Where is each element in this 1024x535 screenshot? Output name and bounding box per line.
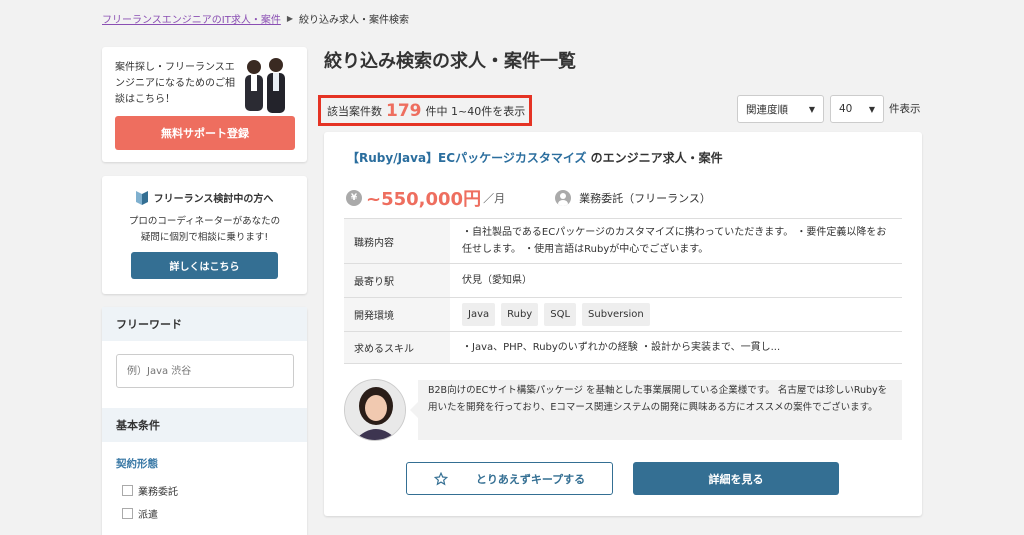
consult-card: フリーランス検討中の方へ プロのコーディネーターがあなたの 疑問に個別で相談に乗…: [102, 176, 307, 294]
tech-tag[interactable]: SQL: [544, 303, 577, 326]
breadcrumb-home-link[interactable]: フリーランスエンジニアのIT求人・案件: [102, 11, 281, 26]
row-value: Java Ruby SQL Subversion: [450, 298, 902, 331]
result-count-suffix: 件中 1~40件を表示: [425, 104, 526, 118]
breadcrumb: フリーランスエンジニアのIT求人・案件 ▶ 絞り込み求人・案件検索: [102, 11, 409, 26]
basic-conditions-heading: 基本条件: [102, 408, 307, 442]
result-count-number: 179: [386, 100, 422, 121]
table-row: 開発環境 Java Ruby SQL Subversion: [344, 298, 902, 332]
view-details-button[interactable]: 詳細を見る: [633, 462, 839, 495]
per-page-value: 40: [839, 103, 853, 115]
consult-desc-line-2: 疑問に個別で相談に乗ります!: [140, 232, 269, 243]
filter-panel: フリーワード 基本条件 契約形態 業務委託 派遣: [102, 307, 307, 535]
checkbox-label: 派遣: [138, 510, 158, 521]
tech-tag[interactable]: Java: [462, 303, 496, 326]
job-card: 【Ruby/Java】ECパッケージカスタマイズ のエンジニア求人・案件 ¥ ~…: [324, 132, 922, 516]
per-page-select[interactable]: 40 ▼: [830, 95, 884, 123]
job-info-table: 職務内容 ・自社製品であるECパッケージのカスタマイズに携わっていただきます。 …: [344, 218, 902, 364]
yen-icon: ¥: [346, 190, 362, 206]
consult-title: フリーランス検討中の方へ: [102, 190, 307, 205]
breadcrumb-current: 絞り込み求人・案件検索: [299, 15, 410, 26]
result-count-prefix: 該当案件数: [327, 104, 382, 118]
checkbox-box[interactable]: [122, 508, 133, 519]
bookmark-icon: [135, 190, 148, 205]
table-row: 職務内容 ・自社製品であるECパッケージのカスタマイズに携わっていただきます。 …: [344, 219, 902, 264]
support-promo-card: 案件探し・フリーランスエンジニアになるためのご相談はこちら！ 無料サポート登録: [102, 47, 307, 162]
per-page-label: 件表示: [889, 103, 921, 115]
sort-order-select[interactable]: 関連度順 ▼: [737, 95, 824, 123]
contract-type-heading: 契約形態: [116, 458, 158, 470]
tech-tag[interactable]: Subversion: [582, 303, 650, 326]
row-label: 職務内容: [344, 219, 450, 263]
page-title: 絞り込み検索の求人・案件一覧: [324, 51, 576, 72]
free-support-register-button[interactable]: 無料サポート登録: [115, 116, 295, 150]
promo-text: 案件探し・フリーランスエンジニアになるためのご相談はこちら！: [115, 62, 235, 105]
freeword-search-input[interactable]: [116, 354, 294, 388]
row-label: 最寄り駅: [344, 264, 450, 297]
contract-checkbox-haken[interactable]: 派遣: [122, 506, 158, 521]
consult-desc-line-1: プロのコーディネーターがあなたの: [128, 216, 281, 227]
row-label: 開発環境: [344, 298, 450, 331]
caret-down-icon: ▼: [808, 104, 815, 114]
job-title-suffix: のエンジニア求人・案件: [590, 151, 723, 165]
checkbox-label: 業務委託: [138, 487, 178, 498]
table-row: 求めるスキル ・Java、PHP、Rubyのいずれかの経験 ・設計から実装まで、…: [344, 332, 902, 364]
coordinators-photo-icon: [245, 58, 285, 113]
job-title-link[interactable]: 【Ruby/Java】ECパッケージカスタマイズ: [347, 151, 586, 165]
consult-desc: プロのコーディネーターがあなたの 疑問に個別で相談に乗ります!: [102, 214, 307, 246]
keep-button[interactable]: とりあえずキープする: [406, 462, 613, 495]
contract-checkbox-gyomu-itaku[interactable]: 業務委託: [122, 483, 178, 498]
keep-button-label: とりあえずキープする: [475, 472, 586, 486]
row-label: 求めるスキル: [344, 332, 450, 363]
star-icon: [433, 471, 448, 485]
salary-amount: ~550,000円: [366, 189, 482, 210]
freeword-heading: フリーワード: [102, 307, 307, 341]
avatar-photo-icon: [345, 380, 405, 440]
salary-row: ¥ ~550,000円 ／月 業務委託（フリーランス）: [346, 185, 711, 211]
checkbox-box[interactable]: [122, 485, 133, 496]
chevron-right-icon: ▶: [286, 14, 294, 23]
coordinator-comment: B2B向けのECサイト構築パッケージ を基軸とした事業展開している企業様です。 …: [410, 380, 902, 440]
salary-period: ／月: [483, 192, 506, 205]
row-value: ・Java、PHP、Rubyのいずれかの経験 ・設計から実装まで、一貫し...: [462, 342, 781, 353]
coordinator-avatar: [344, 379, 406, 441]
consult-title-text: フリーランス検討中の方へ: [153, 194, 274, 205]
row-value: 伏見（愛知県）: [462, 275, 532, 286]
sort-order-value: 関連度順: [746, 103, 788, 116]
caret-down-icon: ▼: [868, 104, 875, 114]
tech-tag[interactable]: Ruby: [501, 303, 539, 326]
contract-type: 業務委託（フリーランス）: [579, 192, 711, 205]
job-title: 【Ruby/Java】ECパッケージカスタマイズ のエンジニア求人・案件: [347, 149, 723, 166]
user-icon: [555, 190, 572, 206]
table-row: 最寄り駅 伏見（愛知県）: [344, 264, 902, 298]
row-value: ・自社製品であるECパッケージのカスタマイズに携わっていただきます。 ・要件定義…: [462, 227, 887, 255]
consult-details-button[interactable]: 詳しくはこちら: [131, 252, 278, 279]
result-count: 該当案件数 179 件中 1~40件を表示: [318, 95, 532, 126]
